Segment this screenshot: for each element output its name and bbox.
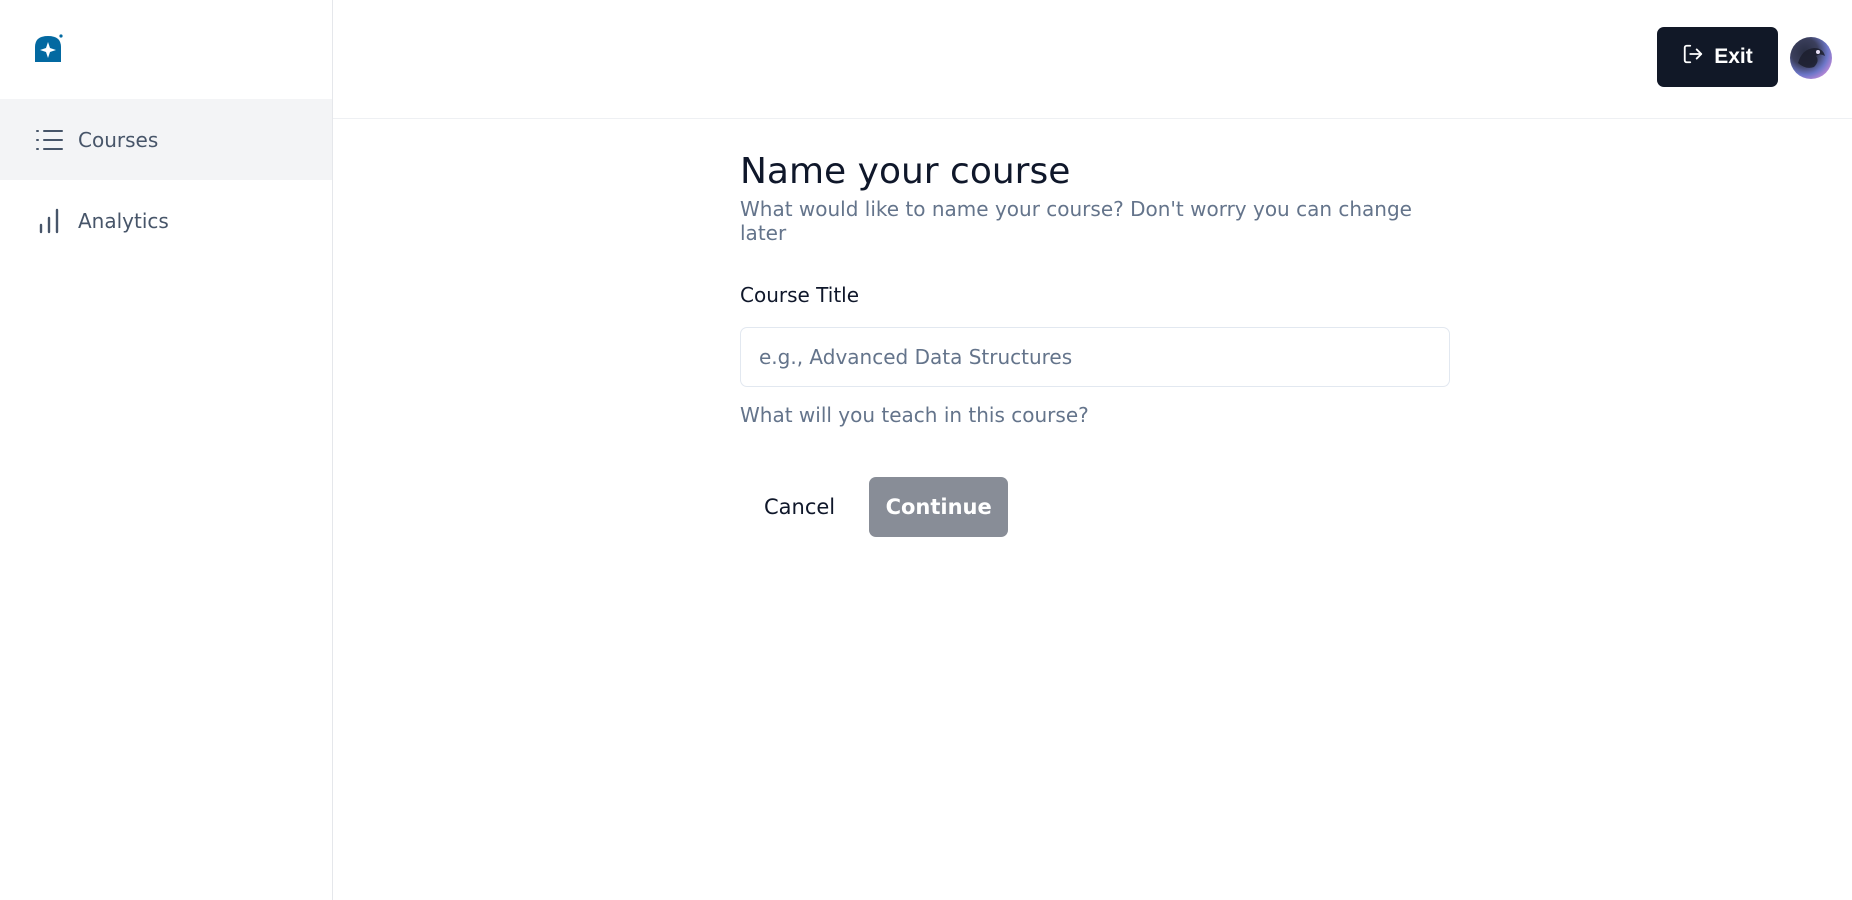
field-hint: What will you teach in this course? bbox=[740, 403, 1089, 427]
page-title: Name your course bbox=[740, 151, 1071, 192]
log-out-icon bbox=[1682, 43, 1704, 71]
exit-label: Exit bbox=[1714, 45, 1753, 68]
course-form: Name your course What would like to name… bbox=[740, 150, 1450, 537]
exit-button[interactable]: Exit bbox=[1657, 27, 1778, 87]
sidebar-item-courses[interactable]: Courses bbox=[0, 99, 332, 180]
list-icon bbox=[34, 125, 64, 155]
logo-icon[interactable] bbox=[32, 33, 64, 65]
sidebar: Courses Analytics bbox=[0, 0, 333, 900]
top-bar bbox=[333, 0, 1852, 119]
sidebar-item-label: Courses bbox=[78, 127, 159, 152]
continue-button[interactable]: Continue bbox=[869, 477, 1009, 537]
app-root: Courses Analytics Exit Name your course … bbox=[0, 0, 1852, 900]
page-subtitle: What would like to name your course? Don… bbox=[740, 197, 1412, 246]
course-title-label: Course Title bbox=[740, 283, 860, 307]
avatar[interactable] bbox=[1790, 37, 1832, 79]
cancel-button[interactable]: Cancel bbox=[740, 477, 859, 537]
sidebar-item-analytics[interactable]: Analytics bbox=[0, 180, 332, 261]
form-actions: Cancel Continue bbox=[740, 477, 1009, 537]
course-title-input[interactable] bbox=[740, 327, 1450, 387]
bar-chart-icon bbox=[34, 206, 64, 236]
sidebar-item-label: Analytics bbox=[78, 208, 169, 233]
sidebar-nav: Courses Analytics bbox=[0, 99, 332, 261]
